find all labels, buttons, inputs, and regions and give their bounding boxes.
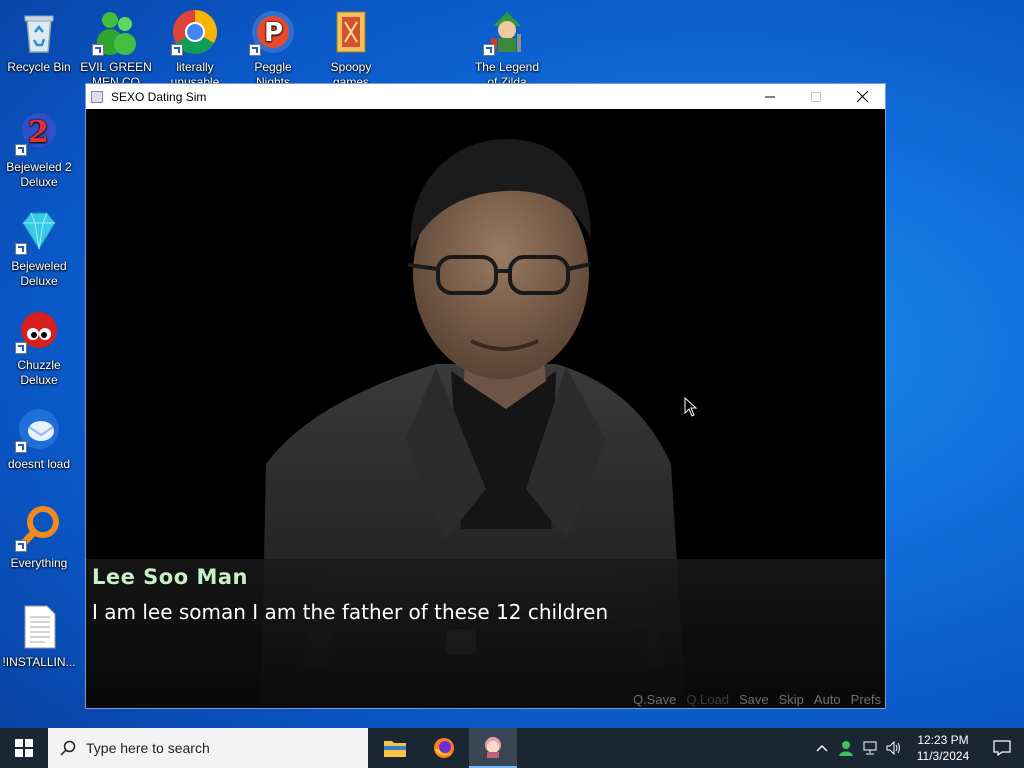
- taskbar: Type here to search 12:23 PM 11/3/2024: [0, 728, 1024, 768]
- shortcut-arrow-icon: [15, 243, 27, 255]
- desktop-icon-chuzzle[interactable]: Chuzzle Deluxe: [2, 306, 76, 388]
- shortcut-arrow-icon: [483, 44, 495, 56]
- shortcut-arrow-icon: [92, 44, 104, 56]
- show-hidden-icons-button[interactable]: [810, 728, 834, 768]
- chevron-up-icon: [816, 745, 828, 752]
- mouse-cursor-icon: [684, 397, 698, 417]
- maximize-button: [793, 84, 839, 109]
- desktop-icon-label: !INSTALLIN...: [2, 655, 76, 669]
- notification-icon: [993, 740, 1011, 756]
- clock-time: 12:23 PM: [917, 733, 969, 747]
- minimize-icon: [765, 96, 775, 97]
- prefs-button[interactable]: Prefs: [851, 692, 881, 707]
- folder-games-icon: [327, 8, 375, 56]
- green-men-icon: [92, 8, 140, 56]
- taskbar-clock[interactable]: 12:23 PM 11/3/2024: [906, 732, 980, 764]
- quick-save-button[interactable]: Q.Save: [633, 692, 676, 707]
- shortcut-arrow-icon: [249, 44, 261, 56]
- shortcut-arrow-icon: [15, 441, 27, 453]
- user-tray-button[interactable]: [834, 728, 858, 768]
- recycle-bin-icon: [15, 8, 63, 56]
- shortcut-arrow-icon: [15, 540, 27, 552]
- desktop-icon-chrome[interactable]: literally unusable: [158, 8, 232, 90]
- taskbar-search-box[interactable]: Type here to search: [48, 728, 368, 768]
- magnifier-search-icon: [15, 504, 63, 552]
- shortcut-arrow-icon: [15, 342, 27, 354]
- windows-logo-icon: [15, 739, 33, 757]
- window-titlebar[interactable]: SEXO Dating Sim: [86, 84, 885, 109]
- diamond-gem-icon: [15, 207, 63, 255]
- network-icon: [863, 741, 877, 755]
- desktop-icon-bejeweled[interactable]: Bejeweled Deluxe: [2, 207, 76, 289]
- network-button[interactable]: [858, 728, 882, 768]
- volume-button[interactable]: [882, 728, 906, 768]
- desktop-icon-installing-file[interactable]: !INSTALLIN...: [2, 603, 76, 685]
- shortcut-arrow-icon: [171, 44, 183, 56]
- close-icon: [856, 91, 868, 102]
- thunderbird-icon: [15, 405, 63, 453]
- skip-button[interactable]: Skip: [779, 692, 804, 707]
- chrome-icon: [171, 8, 219, 56]
- chuzzle-icon: [15, 306, 63, 354]
- desktop-icon-legend-of-zilda[interactable]: The Legend of Zilda: [470, 8, 544, 90]
- auto-button[interactable]: Auto: [814, 692, 841, 707]
- desktop-icon-recycle-bin[interactable]: Recycle Bin: [2, 8, 76, 90]
- search-placeholder: Type here to search: [86, 740, 210, 756]
- desktop-icon-peggle[interactable]: P Peggle Nights Deluxe: [236, 8, 310, 90]
- folder-icon: [384, 741, 406, 757]
- svg-text:P: P: [264, 18, 283, 48]
- close-button[interactable]: [839, 84, 885, 109]
- user-icon: [839, 741, 853, 756]
- dialogue-text: I am lee soman I am the father of these …: [92, 600, 609, 624]
- system-tray: 12:23 PM 11/3/2024: [810, 728, 1024, 768]
- firefox-icon: [434, 738, 454, 758]
- desktop-icon-label: Chuzzle Deluxe: [17, 358, 61, 387]
- bejeweled-2-icon: 2: [15, 108, 63, 156]
- speaker-icon: [886, 741, 900, 755]
- minimize-button[interactable]: [747, 84, 793, 109]
- dialogue-box[interactable]: Lee Soo Man I am lee soman I am the fath…: [86, 559, 885, 708]
- svg-text:2: 2: [28, 115, 49, 150]
- anime-girl-app-icon: [485, 737, 501, 758]
- desktop-icon-label: doesnt load: [7, 457, 71, 471]
- save-button[interactable]: Save: [739, 692, 769, 707]
- shortcut-arrow-icon: [15, 144, 27, 156]
- desktop-icon-bejeweled-2[interactable]: 2 Bejeweled 2 Deluxe: [2, 108, 76, 190]
- start-button[interactable]: [0, 728, 48, 768]
- desktop-icon-label: Everything: [10, 556, 68, 570]
- desktop-icon-everything[interactable]: Everything: [2, 504, 76, 586]
- search-icon: [60, 740, 76, 756]
- game-canvas[interactable]: Lee Soo Man I am lee soman I am the fath…: [86, 109, 885, 708]
- quick-menu: Q.Save Q.Load Save Skip Auto Prefs: [633, 692, 881, 707]
- maximize-icon: [811, 91, 821, 102]
- taskbar-firefox[interactable]: [420, 728, 468, 768]
- game-window: SEXO Dating Sim Lee Soo Man I am lee som…: [85, 83, 886, 709]
- desktop-icon-spoopy-games[interactable]: Spoopy games: [314, 8, 388, 90]
- quick-load-button: Q.Load: [686, 692, 729, 707]
- window-title: SEXO Dating Sim: [111, 89, 207, 104]
- taskbar-file-explorer[interactable]: [371, 728, 419, 768]
- clock-date: 11/3/2024: [916, 749, 970, 763]
- desktop-icon-label: Bejeweled Deluxe: [11, 259, 67, 288]
- text-document-icon: [15, 603, 63, 651]
- zilda-icon: [483, 8, 531, 56]
- app-icon: [91, 90, 103, 103]
- speaker-name: Lee Soo Man: [92, 565, 248, 589]
- notification-center-button[interactable]: [980, 728, 1024, 768]
- peggle-icon: P: [249, 8, 297, 56]
- desktop-icon-label: Recycle Bin: [7, 60, 71, 74]
- desktop-icon-evil-green-men[interactable]: EVIL GREEN MEN CO: [79, 8, 153, 90]
- taskbar-dating-sim[interactable]: [469, 728, 517, 768]
- desktop-icon-doesnt-load[interactable]: doesnt load: [2, 405, 76, 487]
- desktop-icon-label: Bejeweled 2 Deluxe: [6, 160, 72, 189]
